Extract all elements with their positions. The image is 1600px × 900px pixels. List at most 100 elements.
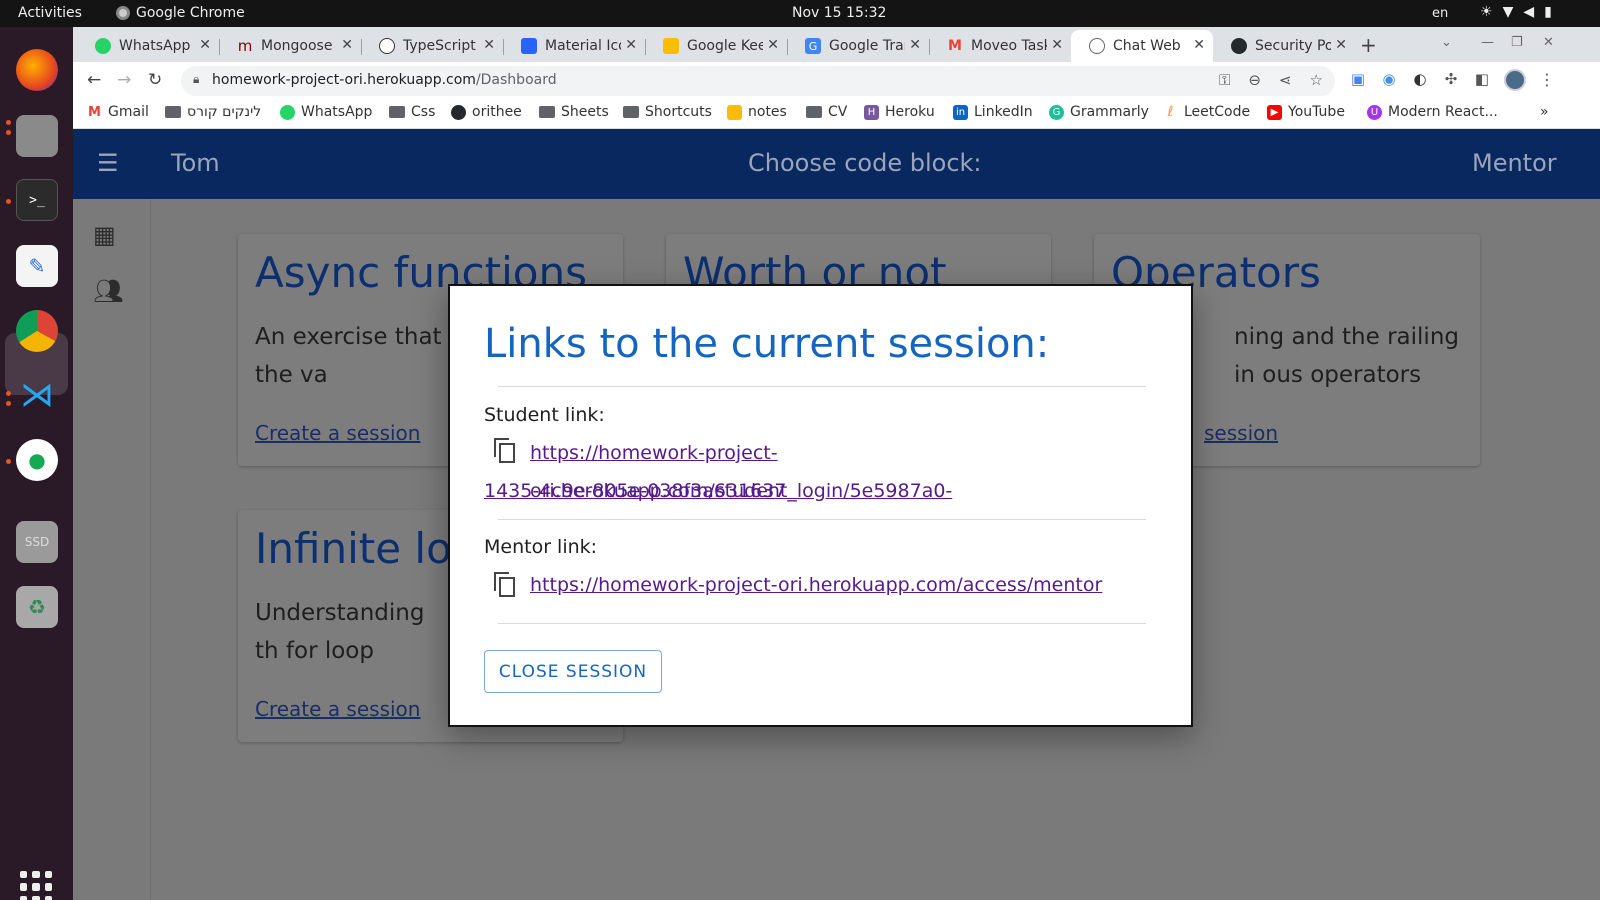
system-tray[interactable]: ☀ ▼ ◀ ▮ [1480,4,1552,20]
back-icon[interactable]: ← [87,70,101,90]
mentor-link[interactable]: https://homework-project-ori.herokuapp.c… [530,566,1102,604]
close-icon[interactable]: ✕ [199,37,211,53]
bookmark-notes[interactable]: notes [727,104,787,120]
close-icon[interactable]: ✕ [341,37,353,53]
app-menu[interactable]: Google Chrome [116,5,245,21]
create-session-link[interactable]: Create a session [255,421,420,445]
dashboard-icon[interactable]: ▦ [93,221,116,249]
maximize-icon[interactable]: ❐ [1511,35,1523,50]
more-menu-icon[interactable]: ⋮ [1539,70,1555,89]
tab-whatsapp[interactable]: WhatsApp ✕ [77,30,219,62]
bookmark-links-course[interactable]: לינקים קורס [165,104,261,120]
mentor-link-label: Mentor link: [484,536,598,558]
tab-label: TypeScript | [403,38,479,54]
tab-google-keep[interactable]: Google Kee ✕ [645,30,787,62]
clock[interactable]: Nov 15 15:32 [792,5,886,21]
timer-extension-icon[interactable]: ◉ [1380,70,1398,88]
bookmark-css[interactable]: Css [389,104,435,120]
username: Tom [171,149,220,177]
dock-running-dot [6,391,11,396]
tab-label: Security Pol [1255,38,1331,54]
tab-search-icon[interactable]: ⌄ [1441,35,1452,50]
side-panel-icon[interactable]: ◧ [1473,70,1491,88]
close-icon[interactable]: ✕ [625,37,637,53]
bookmark-cv[interactable]: CV [806,104,847,120]
bookmark-linkedin[interactable]: in LinkedIn [953,104,1033,120]
tab-label: Google Kee [687,38,763,54]
mongodb-compass-icon[interactable]: ● [16,439,58,481]
tab-mongoose[interactable]: m Mongoose v ✕ [219,30,361,62]
close-icon[interactable]: ✕ [1193,37,1205,53]
window-close-icon[interactable]: ✕ [1543,35,1554,50]
bookmark-sheets[interactable]: Sheets [539,104,609,120]
share-icon[interactable]: ⋖ [1279,71,1292,89]
session-links-dialog: Links to the current session: Student li… [448,284,1193,727]
files-icon[interactable] [16,115,58,157]
close-session-button[interactable]: CLOSE SESSION [484,650,662,693]
zoom-icon[interactable]: ⊖ [1248,71,1261,89]
dock-running-dot [6,199,11,204]
firefox-icon[interactable] [16,49,58,91]
close-icon[interactable]: ✕ [1051,37,1063,53]
bookmark-label: CV [828,104,848,120]
input-language[interactable]: en [1432,6,1448,21]
new-tab-button[interactable]: + [1360,33,1377,57]
tab-material-icons[interactable]: Material Ico ✕ [503,30,645,62]
activities-button[interactable]: Activities [18,5,82,21]
tab-typescript[interactable]: TypeScript | ✕ [361,30,503,62]
chrome-icon[interactable] [16,310,58,352]
vscode-icon[interactable]: ⋊ [16,374,58,416]
copy-icon[interactable] [494,572,518,598]
student-link-continued[interactable]: 1435-4c9e-805e-038f3a631637 [484,472,786,510]
dock: >_ ✎ ⋊ ● SSD ♻ [0,27,73,900]
terminal-icon[interactable]: >_ [16,179,58,221]
bookmark-heroku[interactable]: H Heroku [864,104,935,120]
bookmark-leetcode[interactable]: ℓ LeetCode [1163,104,1251,120]
close-icon[interactable]: ✕ [767,37,779,53]
bookmarks-overflow-icon[interactable]: » [1540,104,1549,120]
bookmark-label: Grammarly [1070,104,1149,120]
people-icon[interactable]: 👥︎ [93,277,123,305]
gmail-icon: M [948,38,962,54]
close-icon[interactable]: ✕ [909,37,921,53]
bookmark-label: LinkedIn [974,104,1033,120]
close-icon[interactable]: ✕ [1335,37,1347,53]
hamburger-menu-icon[interactable]: ☰ [97,149,119,177]
profile-avatar[interactable] [1504,69,1526,91]
show-apps-icon[interactable] [20,871,52,900]
bookmark-gmail[interactable]: M Gmail [87,104,149,120]
user-role: Mentor [1472,149,1557,177]
bookmark-star-icon[interactable]: ☆ [1310,71,1323,89]
minimize-icon[interactable]: — [1481,35,1494,50]
lock-icon[interactable]: 🔒︎ [193,72,199,87]
bookmark-label: notes [748,104,787,120]
create-session-link[interactable]: Create a session [255,697,420,721]
copy-icon[interactable] [494,438,518,464]
trash-icon[interactable]: ♻ [16,586,58,628]
tab-moveo-task[interactable]: M Moveo Task ✕ [929,30,1071,62]
address-bar[interactable]: 🔒︎ homework-project-ori.herokuapp.com/Da… [181,66,1335,96]
bookmark-grammarly[interactable]: G Grammarly [1049,104,1149,120]
udemy-icon: U [1367,104,1382,120]
bookmark-youtube[interactable]: ▶ YouTube [1267,104,1345,120]
bookmark-shortcuts[interactable]: Shortcuts [623,104,712,120]
translate-icon: G [805,38,821,54]
close-icon[interactable]: ✕ [483,37,495,53]
bookmark-modern-react[interactable]: U Modern React... [1367,104,1498,120]
bookmark-label: Heroku [885,104,935,120]
tab-google-translate[interactable]: G Google Tran ✕ [787,30,929,62]
incognito-extension-icon[interactable]: ◐ [1411,70,1429,88]
reload-icon[interactable]: ↻ [148,70,162,90]
tab-security-policy[interactable]: Security Pol ✕ [1213,30,1355,62]
puzzle-icon[interactable]: ✣ [1442,70,1460,88]
bookmark-whatsapp[interactable]: WhatsApp [280,104,372,120]
create-session-link[interactable]: session [1204,421,1278,445]
text-editor-icon[interactable]: ✎ [16,245,58,287]
tab-chat-web[interactable]: Chat Web ✕ [1071,30,1213,62]
forward-icon[interactable]: → [117,70,131,90]
translate-extension-icon[interactable]: ▣ [1349,70,1367,88]
ssd-drive-icon[interactable]: SSD [16,521,58,563]
bookmark-orithee[interactable]: orithee [451,104,522,120]
key-icon[interactable]: ⚿ [1219,71,1230,89]
dialog-title: Links to the current session: [484,321,1050,367]
